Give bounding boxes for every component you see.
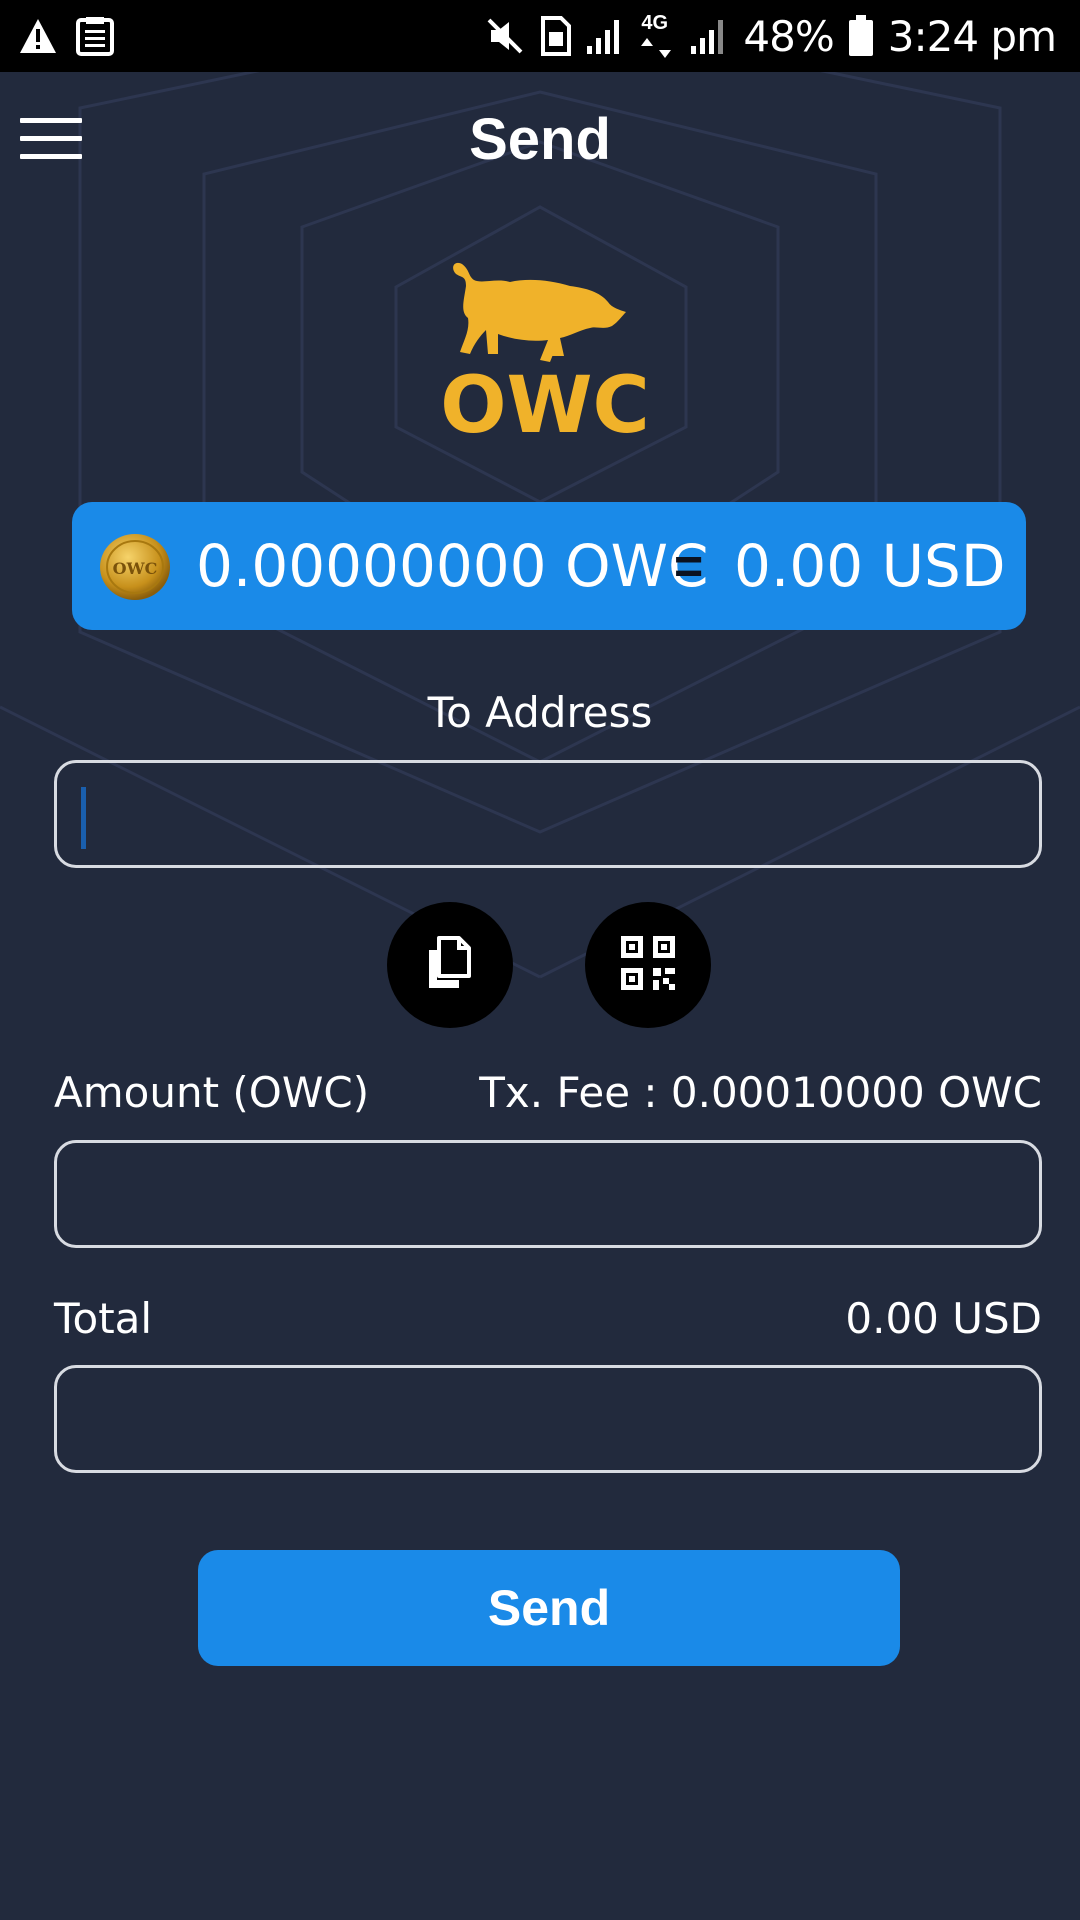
amount-input[interactable] bbox=[54, 1140, 1042, 1248]
qr-code-icon bbox=[621, 935, 675, 995]
logo-text: OWC bbox=[440, 361, 650, 446]
balance-usd: 0.00 USD bbox=[734, 532, 1006, 600]
signal-icon bbox=[585, 16, 625, 56]
battery-icon bbox=[848, 15, 874, 57]
paste-button[interactable] bbox=[387, 902, 513, 1028]
warning-icon bbox=[18, 17, 58, 55]
clock: 3:24 pm bbox=[887, 11, 1057, 61]
balance-owc: 0.00000000 OWC bbox=[196, 532, 709, 600]
send-button[interactable]: Send bbox=[198, 1550, 900, 1666]
status-bar: 4G 48% 3:24 pm bbox=[0, 0, 1080, 72]
amount-label: Amount (OWC) bbox=[54, 1068, 370, 1117]
send-screen: 4G 48% 3:24 pm Send OWC OWC 0.00000000 O… bbox=[0, 0, 1080, 1920]
total-usd-value: 0.00 USD bbox=[845, 1294, 1042, 1343]
mute-icon bbox=[485, 16, 525, 56]
scan-qr-button[interactable] bbox=[585, 902, 711, 1028]
total-label: Total bbox=[54, 1294, 153, 1343]
to-address-input[interactable] bbox=[54, 760, 1042, 868]
svg-text:OWC: OWC bbox=[113, 559, 158, 578]
text-caret bbox=[81, 787, 86, 849]
owc-coin-icon: OWC bbox=[98, 532, 172, 602]
balance-equals: = bbox=[674, 538, 704, 594]
tx-fee-label: Tx. Fee : 0.00010000 OWC bbox=[479, 1068, 1042, 1117]
total-input[interactable] bbox=[54, 1365, 1042, 1473]
balance-card: OWC 0.00000000 OWC = 0.00 USD bbox=[72, 502, 1026, 630]
paste-icon bbox=[425, 935, 475, 995]
clipboard-icon bbox=[76, 16, 114, 56]
battery-percent: 48% bbox=[743, 11, 834, 61]
sim-icon bbox=[539, 16, 572, 56]
signal-icon bbox=[689, 16, 729, 56]
owc-bull-logo: OWC bbox=[440, 256, 650, 451]
to-address-label: To Address bbox=[427, 688, 653, 737]
network-type-4g: 4G bbox=[639, 8, 675, 64]
page-title: Send bbox=[469, 107, 611, 172]
